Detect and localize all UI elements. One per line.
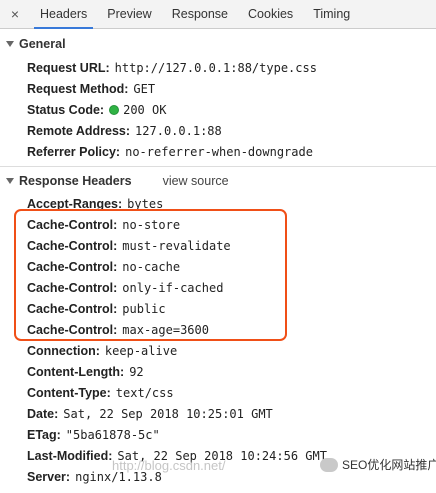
watermark-badge-text: SEO优化网站推广 bbox=[342, 458, 436, 472]
header-value: GET bbox=[133, 82, 156, 96]
header-row-etag: ETag: "5ba61878-5c" bbox=[27, 425, 160, 445]
header-row-connection: Connection: keep-alive bbox=[27, 341, 177, 361]
header-key: Referrer Policy: bbox=[27, 145, 121, 159]
tab-headers[interactable]: Headers bbox=[30, 0, 97, 29]
header-value: "5ba61878-5c" bbox=[65, 428, 160, 442]
expand-triangle-icon bbox=[6, 178, 14, 184]
header-key: Connection: bbox=[27, 344, 100, 358]
close-icon[interactable]: × bbox=[0, 0, 30, 28]
general-section-title: General bbox=[19, 37, 66, 51]
header-key: Status Code: bbox=[27, 103, 105, 117]
header-value: 200 OK bbox=[123, 103, 167, 117]
section-divider bbox=[0, 166, 436, 167]
devtools-tab-bar: × Headers Preview Response Cookies Timin… bbox=[0, 0, 436, 29]
cache-control-highlight-box bbox=[14, 209, 287, 341]
header-value: http://127.0.0.1:88/type.css bbox=[114, 61, 317, 75]
header-key: Server: bbox=[27, 470, 71, 484]
header-row-referrer-policy: Referrer Policy: no-referrer-when-downgr… bbox=[27, 142, 313, 162]
header-key: Request Method: bbox=[27, 82, 129, 96]
watermark-badge: SEO优化网站推广 bbox=[320, 456, 436, 473]
header-key: Content-Length: bbox=[27, 365, 125, 379]
header-value: 92 bbox=[129, 365, 144, 379]
header-key: Request URL: bbox=[27, 61, 110, 75]
tab-preview[interactable]: Preview bbox=[97, 0, 161, 28]
tab-timing[interactable]: Timing bbox=[303, 0, 360, 28]
header-row-date: Date: Sat, 22 Sep 2018 10:25:01 GMT bbox=[27, 404, 273, 424]
header-key: Content-Type: bbox=[27, 386, 111, 400]
expand-triangle-icon bbox=[6, 41, 14, 47]
header-row-content-type: Content-Type: text/css bbox=[27, 383, 174, 403]
header-value: Sat, 22 Sep 2018 10:25:01 GMT bbox=[63, 407, 273, 421]
header-key: Last-Modified: bbox=[27, 449, 113, 463]
tab-response[interactable]: Response bbox=[162, 0, 238, 28]
header-value: 127.0.0.1:88 bbox=[135, 124, 222, 138]
header-value: keep-alive bbox=[104, 344, 178, 358]
header-row-remote-address: Remote Address: 127.0.0.1:88 bbox=[27, 121, 222, 141]
header-row-status-code: Status Code: 200 OK bbox=[27, 100, 166, 120]
view-source-link[interactable]: view source bbox=[163, 174, 229, 188]
header-row-request-url: Request URL: http://127.0.0.1:88/type.cs… bbox=[27, 58, 317, 78]
response-headers-section-header[interactable]: Response Headers view source bbox=[0, 168, 436, 194]
header-key: Remote Address: bbox=[27, 124, 131, 138]
header-row-request-method: Request Method: GET bbox=[27, 79, 155, 99]
tab-cookies[interactable]: Cookies bbox=[238, 0, 303, 28]
watermark-url: http://blog.csdn.net/ bbox=[112, 458, 226, 473]
header-value: no-referrer-when-downgrade bbox=[125, 145, 313, 159]
header-key: ETag: bbox=[27, 428, 61, 442]
response-headers-title: Response Headers bbox=[19, 174, 132, 188]
header-key: Date: bbox=[27, 407, 59, 421]
general-section-header[interactable]: General bbox=[0, 31, 436, 57]
header-value: text/css bbox=[115, 386, 174, 400]
wechat-icon bbox=[320, 457, 338, 472]
header-row-content-length: Content-Length: 92 bbox=[27, 362, 144, 382]
status-ok-icon bbox=[109, 105, 120, 115]
